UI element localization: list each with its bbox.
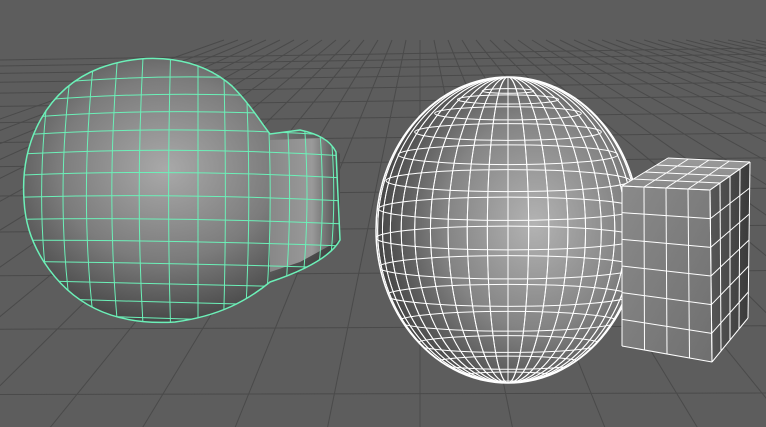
grid-line <box>755 39 766 43</box>
merged-bulb-mesh[interactable] <box>0 40 345 340</box>
3d-viewport[interactable] <box>0 0 766 427</box>
cube-mesh[interactable] <box>621 157 751 363</box>
grid-line <box>0 392 766 395</box>
sphere-mesh[interactable] <box>375 76 641 387</box>
sphere-and-cube[interactable] <box>375 76 751 387</box>
